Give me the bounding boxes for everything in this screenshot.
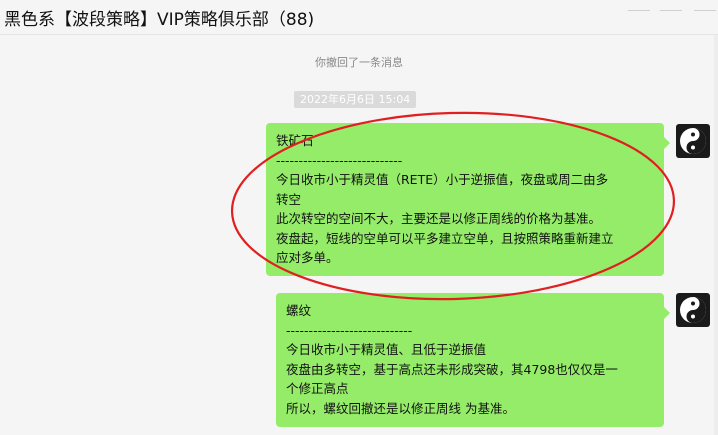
yin-yang-icon [680,128,706,154]
minimize-button[interactable] [628,0,650,11]
yin-yang-icon [680,297,706,323]
message-line: 转空 [276,191,302,207]
message-line: 夜盘由多转空，基于高点还未形成突破，其4798也仅仅是一 [286,361,618,377]
recall-notice: 你撤回了一条消息 [315,56,403,69]
message-line: 此次转空的空间不大，主要还是以修正周线的价格为基准。 [276,211,602,226]
close-button[interactable] [694,0,716,11]
message-bubble-iron-ore[interactable]: 铁矿石 ---------------------------- 今日收市小于精… [266,123,670,276]
message-line: 今日收市小于精灵值（RETE）小于逆振值，夜盘或周二由多 [276,172,609,187]
avatar[interactable] [676,124,710,158]
message-timestamp: 2022年6月6日 15:04 [294,91,417,108]
message-line: 个修正高点 [286,381,349,396]
maximize-button[interactable] [660,0,682,11]
message-line: 所以，螺纹回撤还是以修正周线 为基准。 [286,400,515,416]
scrollbar[interactable] [714,35,718,435]
message-line: 铁矿石 [276,133,314,148]
message-line: 应对多单。 [276,250,339,265]
message-divider: ---------------------------- [276,152,403,168]
avatar[interactable] [676,293,710,327]
chat-title[interactable]: 黑色系【波段策略】VIP策略俱乐部（88) [4,5,314,30]
message-line: 螺纹 [286,303,312,318]
title-bar: 黑色系【波段策略】VIP策略俱乐部（88) [0,0,718,35]
message-line: 夜盘起，短线的空单可以平多建立空单，且按照策略重新建立 [276,230,614,246]
message-divider: ---------------------------- [286,322,413,338]
message-bubble-rebar[interactable]: 螺纹 ---------------------------- 今日收市小于精灵… [276,293,670,427]
message-line: 今日收市小于精灵值、且低于逆振值 [286,342,487,357]
